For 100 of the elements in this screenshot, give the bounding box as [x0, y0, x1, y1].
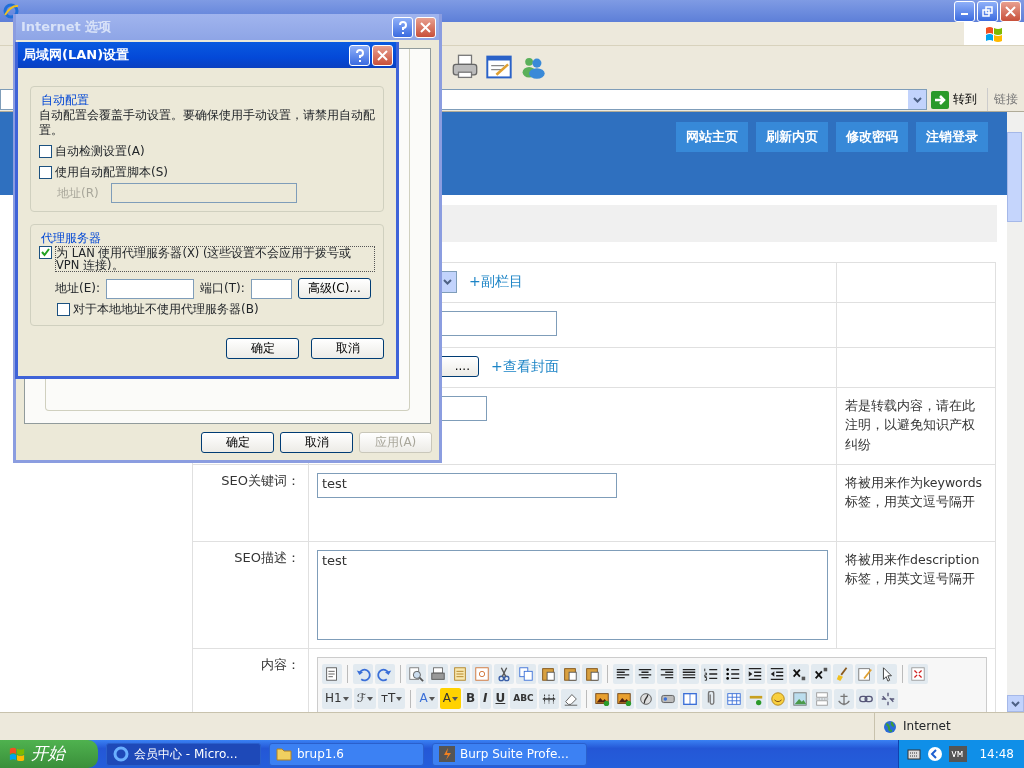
outdent-button[interactable] — [767, 663, 787, 684]
format-button[interactable]: B — [462, 688, 479, 709]
indent-button[interactable] — [745, 663, 765, 684]
dialog-button[interactable]: 确定 — [226, 338, 299, 360]
close-button[interactable] — [415, 16, 436, 38]
format-button[interactable]: ABC — [510, 688, 537, 709]
expand-tray-icon[interactable] — [927, 746, 944, 762]
paste-button[interactable] — [560, 663, 580, 684]
nav-button[interactable]: 刷新内页 — [756, 122, 828, 153]
format-button[interactable]: H1 — [322, 688, 352, 709]
help-button[interactable] — [392, 16, 413, 38]
undo-button[interactable] — [353, 663, 373, 684]
checkbox[interactable] — [57, 303, 70, 317]
nav-button[interactable]: 网站主页 — [676, 122, 748, 153]
checkbox-label[interactable]: 自动检测设置(A) — [55, 144, 145, 159]
subscript-button[interactable] — [789, 663, 809, 684]
format-button[interactable]: I — [480, 688, 491, 709]
checkbox[interactable] — [39, 166, 52, 179]
checkbox-label[interactable]: 对于本地地址不使用代理服务器(B) — [73, 302, 259, 318]
format-button[interactable]: U — [492, 688, 509, 709]
go-button[interactable]: 转到 — [927, 90, 987, 109]
textarea-field[interactable]: test — [317, 550, 828, 640]
script-address-field[interactable] — [110, 183, 297, 203]
paste-icon — [540, 665, 556, 682]
paste-button[interactable] — [582, 663, 602, 684]
superscript-button[interactable] — [811, 663, 831, 684]
dialog-button[interactable]: 取消 — [311, 338, 384, 360]
printer-button[interactable] — [428, 663, 448, 684]
anchor-button[interactable] — [833, 688, 854, 709]
unlink-button[interactable] — [877, 688, 898, 709]
link[interactable]: +查看封面 — [491, 357, 559, 376]
help-button[interactable] — [349, 44, 370, 66]
link-button[interactable] — [855, 688, 876, 709]
keyboard-icon[interactable] — [907, 748, 922, 760]
text-field[interactable]: test — [317, 473, 617, 498]
checkbox-label[interactable]: 使用自动配置脚本(S) — [55, 165, 168, 180]
edit-button[interactable] — [486, 54, 512, 80]
restore-button[interactable] — [977, 0, 998, 22]
media-button[interactable] — [657, 688, 678, 709]
numbered-list-button[interactable] — [701, 663, 721, 684]
strikethrough-button[interactable] — [538, 688, 559, 709]
format-button[interactable]: ℱ — [353, 688, 377, 709]
template-button[interactable] — [450, 663, 470, 684]
preview-button[interactable] — [406, 663, 426, 684]
eraser-button[interactable] — [560, 688, 581, 709]
align-right-button[interactable] — [657, 663, 677, 684]
caret-icon — [342, 696, 349, 701]
align-center-button[interactable] — [635, 663, 655, 684]
format-button[interactable]: A — [416, 688, 438, 709]
description-text: 自动配置会覆盖手动设置。要确保使用手动设置，请禁用自动配置。 — [39, 108, 375, 138]
format-button[interactable]: тT — [378, 688, 406, 709]
fullscreen-button[interactable] — [908, 663, 928, 684]
print-button[interactable] — [452, 54, 478, 80]
format-button[interactable]: A — [439, 688, 461, 709]
dialog-button[interactable]: 取消 — [280, 432, 353, 453]
document-button[interactable] — [322, 663, 342, 684]
taskbar-button[interactable]: Burp Suite Profe... — [432, 742, 587, 766]
image-button[interactable] — [613, 688, 634, 709]
checkbox-label[interactable]: 为 LAN 使用代理服务器(X) (这些设置不会应用于拨号或 VPN 连接)。 — [55, 246, 375, 273]
checkbox[interactable] — [39, 145, 52, 158]
nav-button[interactable]: 注销登录 — [916, 122, 988, 153]
nav-button[interactable]: 修改密码 — [836, 122, 908, 153]
justify-button[interactable] — [679, 663, 699, 684]
taskbar-button[interactable]: 会员中心 - Micro... — [106, 742, 261, 766]
brush-button[interactable] — [833, 663, 853, 684]
link[interactable]: +副栏目 — [469, 273, 523, 291]
globe-icon — [883, 719, 897, 734]
checkbox[interactable] — [39, 246, 52, 259]
links-label[interactable]: 链接 — [987, 88, 1024, 111]
align-left-button[interactable] — [613, 663, 633, 684]
outdent-icon — [769, 665, 785, 682]
scissors-button[interactable] — [494, 663, 514, 684]
redo-button[interactable] — [375, 663, 395, 684]
vm-icon[interactable] — [949, 746, 968, 762]
caret-icon — [367, 696, 374, 701]
port-field[interactable] — [250, 278, 292, 299]
group-title: 自动配置 — [39, 93, 91, 108]
bullet-list-button[interactable] — [723, 663, 743, 684]
scrollbar[interactable] — [1007, 112, 1024, 712]
field-label: 地址(E): — [55, 281, 100, 297]
note-button[interactable] — [855, 663, 875, 684]
restore-icon — [982, 5, 993, 17]
field-label: SEO描述： — [234, 550, 300, 565]
field-label: 地址(R) — [57, 185, 99, 201]
close-button[interactable] — [1000, 0, 1021, 22]
paste-button[interactable] — [538, 663, 558, 684]
close-button[interactable] — [372, 44, 393, 66]
window-button[interactable] — [679, 688, 700, 709]
cursor-button[interactable] — [877, 663, 897, 684]
proxy-address-field[interactable] — [106, 278, 194, 299]
flash-button[interactable] — [635, 688, 656, 709]
copy-button[interactable] — [516, 663, 536, 684]
minimize-button[interactable] — [954, 0, 975, 22]
dialog-button[interactable]: 确定 — [201, 432, 274, 453]
taskbar-button[interactable]: brup1.6 — [269, 742, 424, 766]
advanced-button[interactable]: 高级(C)... — [297, 278, 371, 300]
check-icon — [41, 248, 50, 257]
paperclip-button[interactable] — [701, 688, 722, 709]
image-button[interactable] — [591, 688, 612, 709]
scrollbar-thumb[interactable] — [1007, 132, 1022, 222]
